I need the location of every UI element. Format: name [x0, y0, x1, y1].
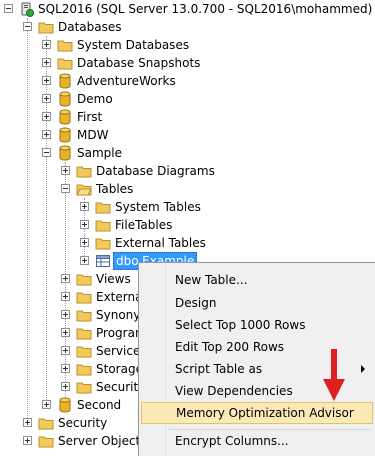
tree-label: Second	[77, 398, 122, 412]
expand-icon[interactable]	[23, 436, 32, 445]
tree-label: First	[77, 110, 103, 124]
menu-item-label: Memory Optimization Advisor	[176, 406, 354, 420]
folder-icon	[57, 58, 73, 70]
expand-icon[interactable]	[42, 400, 51, 409]
tree-label: FileTables	[115, 218, 173, 232]
tree-label: Demo	[77, 92, 113, 106]
red-arrow-icon	[323, 349, 345, 401]
expand-icon[interactable]	[80, 202, 89, 211]
expand-icon[interactable]	[80, 220, 89, 229]
database-icon	[59, 145, 71, 161]
collapse-icon[interactable]	[23, 22, 32, 31]
expand-icon[interactable]	[80, 256, 89, 265]
folder-icon	[38, 418, 54, 430]
menu-item-label: Script Table as	[175, 362, 263, 376]
menu-item-label: New Table...	[175, 273, 248, 287]
menu-item-label: Design	[175, 296, 217, 310]
expand-icon[interactable]	[61, 382, 70, 391]
menu-item-new-table[interactable]: New Table...	[141, 269, 373, 291]
collapse-icon[interactable]	[4, 4, 13, 13]
folder-icon	[76, 346, 92, 358]
tree-label: MDW	[77, 128, 109, 142]
folder-icon	[76, 166, 92, 178]
expand-icon[interactable]	[80, 238, 89, 247]
tree-label: SQL2016 (SQL Server 13.0.700 - SQL2016\m…	[38, 2, 373, 16]
menu-item-label: Select Top 1000 Rows	[175, 318, 306, 332]
expand-icon[interactable]	[42, 58, 51, 67]
database-icon	[59, 127, 71, 143]
tree-label: Database Diagrams	[96, 164, 215, 178]
folder-icon	[57, 40, 73, 52]
expand-icon[interactable]	[42, 76, 51, 85]
folder-icon	[95, 220, 111, 232]
menu-item-label: Edit Top 200 Rows	[175, 340, 285, 354]
expand-icon[interactable]	[61, 292, 70, 301]
folder-icon	[38, 22, 54, 34]
tree-label: Service	[96, 344, 141, 358]
database-icon	[59, 91, 71, 107]
tree-label: Tables	[96, 182, 134, 196]
expand-icon[interactable]	[23, 418, 32, 427]
tree-label: System Tables	[115, 200, 201, 214]
expand-icon[interactable]	[61, 310, 70, 319]
expand-icon[interactable]	[61, 346, 70, 355]
folder-icon	[76, 274, 92, 286]
folder-icon	[95, 202, 111, 214]
menu-item-label: Encrypt Columns...	[175, 434, 289, 448]
submenu-arrow-icon	[361, 365, 365, 373]
table-icon	[96, 255, 110, 267]
folder-icon	[76, 328, 92, 340]
tree-label: AdventureWorks	[77, 74, 176, 88]
expand-icon[interactable]	[61, 166, 70, 175]
tree-label: Databases	[58, 20, 122, 34]
database-icon	[59, 73, 71, 89]
menu-item-design[interactable]: Design	[141, 292, 373, 314]
expand-icon[interactable]	[42, 112, 51, 121]
tree-label: External Tables	[115, 236, 206, 250]
database-icon	[59, 397, 71, 413]
folder-icon	[38, 436, 54, 448]
tree-label: Views	[96, 272, 131, 286]
expand-icon[interactable]	[61, 364, 70, 373]
tree-label: Database Snapshots	[77, 56, 201, 70]
tree-label: Sample	[77, 146, 122, 160]
folder-icon	[76, 382, 92, 394]
expand-icon[interactable]	[42, 130, 51, 139]
expand-icon[interactable]	[61, 328, 70, 337]
database-icon	[59, 109, 71, 125]
menu-item-label: View Dependencies	[175, 384, 293, 398]
tree-guide-line	[27, 18, 28, 424]
tree-label: System Databases	[77, 38, 190, 52]
menu-item-memory-optimization-advisor[interactable]: Memory Optimization Advisor	[141, 402, 373, 424]
collapse-icon[interactable]	[42, 148, 51, 157]
expand-icon[interactable]	[42, 94, 51, 103]
tree-label: Prograr	[96, 326, 140, 340]
expand-icon[interactable]	[61, 274, 70, 283]
folder-open-icon	[76, 184, 92, 196]
collapse-icon[interactable]	[61, 184, 70, 193]
server-icon	[21, 2, 34, 17]
tree-label: Security	[58, 416, 108, 430]
folder-icon	[76, 364, 92, 376]
folder-icon	[76, 310, 92, 322]
expand-icon[interactable]	[42, 40, 51, 49]
tree-guide-line	[46, 36, 47, 406]
folder-icon	[95, 238, 111, 250]
folder-icon	[76, 292, 92, 304]
menu-item-encrypt-columns[interactable]: Encrypt Columns...	[141, 430, 373, 452]
tree-label: Server Objects	[58, 434, 147, 448]
menu-item-select-top-rows[interactable]: Select Top 1000 Rows	[141, 314, 373, 336]
